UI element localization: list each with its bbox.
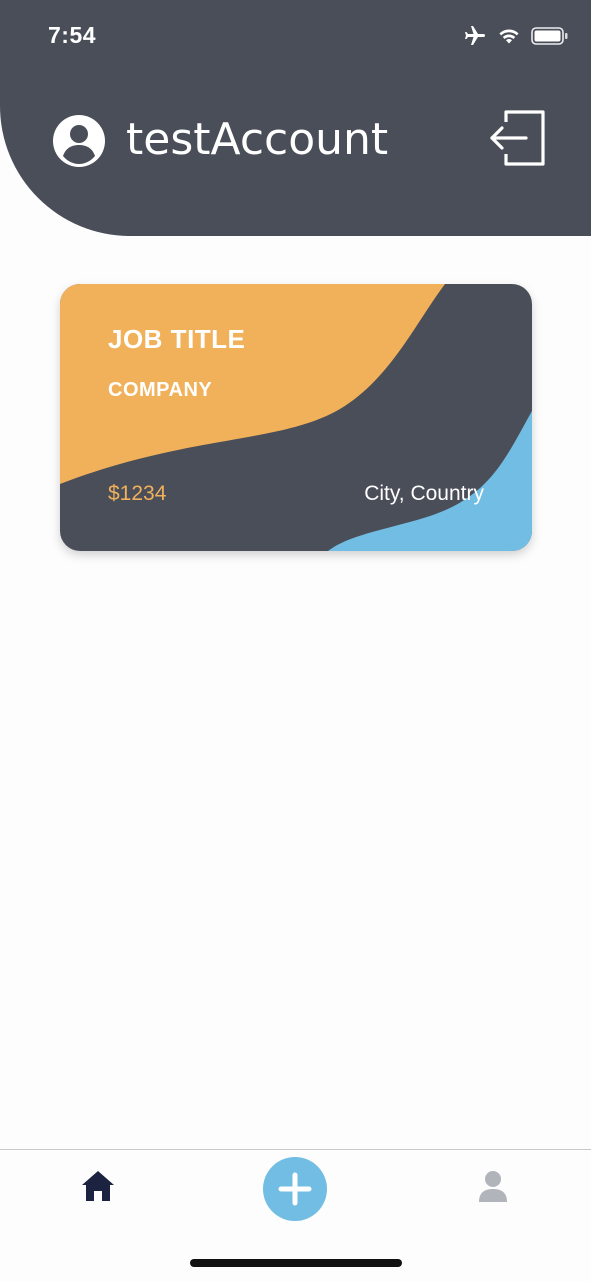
user-circle-icon [52,114,106,168]
job-card[interactable]: JOB TITLE COMPANY $1234 City, Country [60,284,532,551]
home-indicator [190,1259,402,1267]
plus-icon [278,1172,312,1206]
home-icon [82,1171,114,1201]
company-name: COMPANY [108,379,213,401]
header: 7:54 testAccount [0,0,591,236]
add-job-button[interactable] [263,1157,327,1221]
salary: $1234 [108,482,167,505]
airplane-icon [463,24,487,53]
person-icon [479,1171,507,1202]
username: testAccount [126,114,389,165]
status-bar: 7:54 [0,0,591,72]
tab-home[interactable] [80,1168,116,1204]
wifi-icon [497,26,521,51]
logout-icon [490,110,545,166]
status-time: 7:54 [48,22,97,48]
logout-button[interactable] [488,108,548,168]
job-title: JOB TITLE [108,324,246,354]
battery-icon [531,26,569,51]
location: City, Country [364,482,484,505]
status-icons [463,24,569,53]
tab-profile[interactable] [475,1168,511,1204]
